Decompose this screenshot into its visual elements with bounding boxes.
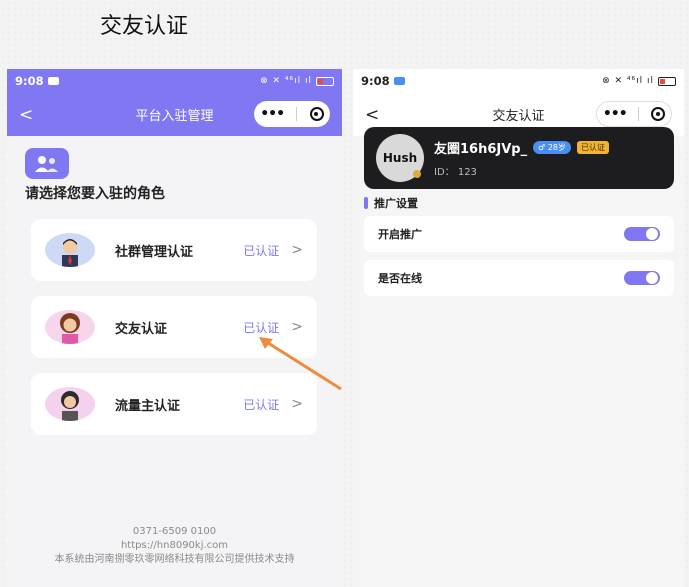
status-bar: 9:08 ⊗ ✕ ⁴⁶ıl ıl bbox=[7, 69, 342, 93]
role-card-community[interactable]: 社群管理认证 已认证 > bbox=[31, 219, 317, 281]
right-phone-screen: 9:08 ⊗ ✕ ⁴⁶ıl ıl < 交友认证 ••• Hush 友圈16h6J… bbox=[353, 69, 684, 587]
setting-row-promotion: 开启推广 bbox=[364, 216, 674, 252]
mini-program-capsule: ••• bbox=[596, 101, 672, 127]
status-time: 9:08 bbox=[15, 74, 44, 88]
more-menu-button[interactable]: ••• bbox=[260, 106, 285, 122]
more-menu-button[interactable]: ••• bbox=[603, 106, 628, 122]
mini-program-capsule: ••• bbox=[254, 101, 330, 127]
age-badge: ♂ 28岁 bbox=[533, 141, 572, 154]
footer-url[interactable]: https://hn8090kj.com bbox=[7, 539, 342, 553]
role-name: 流量主认证 bbox=[115, 398, 181, 414]
role-status: 已认证 bbox=[243, 243, 280, 258]
setting-label: 是否在线 bbox=[378, 272, 422, 285]
avatar-text: Hush bbox=[382, 151, 418, 165]
profile-card: Hush 友圈16h6JVp_ ♂ 28岁 已认证 ID： 123 bbox=[364, 127, 674, 189]
role-switch-logo-icon bbox=[25, 148, 69, 179]
role-name: 交友认证 bbox=[115, 321, 168, 337]
annotation-arrow-icon bbox=[259, 337, 342, 391]
businesswoman-avatar-icon bbox=[45, 387, 95, 421]
chevron-right-icon: > bbox=[291, 396, 303, 412]
left-header: 9:08 ⊗ ✕ ⁴⁶ıl ıl < 平台入驻管理 ••• bbox=[7, 69, 342, 136]
app-notification-icon bbox=[47, 77, 59, 85]
footer: 0371-6509 0100 https://hn8090kj.com 本系统由… bbox=[7, 525, 342, 567]
profile-name: 友圈16h6JVp_ bbox=[434, 142, 528, 157]
businessman-avatar-icon bbox=[45, 233, 95, 267]
section-title: 推广设置 bbox=[364, 195, 418, 211]
profile-info: 友圈16h6JVp_ ♂ 28岁 已认证 ID： 123 bbox=[434, 138, 610, 178]
signal-icons: ⊗ ✕ ⁴⁶ıl ıl bbox=[260, 76, 312, 86]
signal-icons: ⊗ ✕ ⁴⁶ıl ıl bbox=[602, 76, 654, 86]
section-accent-bar bbox=[364, 197, 368, 209]
role-status: 已认证 bbox=[243, 397, 280, 412]
back-button[interactable]: < bbox=[19, 105, 43, 125]
footer-company: 本系统由河南捌零玖零网络科技有限公司提供技术支持 bbox=[54, 554, 295, 565]
left-phone-screen: 9:08 ⊗ ✕ ⁴⁶ıl ıl < 平台入驻管理 ••• 请选择您要入驻的角色… bbox=[7, 69, 342, 587]
app-notification-icon bbox=[393, 77, 405, 85]
capsule-divider bbox=[638, 107, 640, 121]
woman-avatar-icon bbox=[45, 310, 95, 344]
chevron-right-icon: > bbox=[291, 242, 303, 258]
verified-badge: 已认证 bbox=[577, 141, 610, 154]
capsule-divider bbox=[296, 107, 298, 121]
close-mini-program-icon[interactable] bbox=[309, 107, 324, 121]
back-button[interactable]: < bbox=[365, 105, 389, 125]
page-heading: 交友认证 bbox=[100, 14, 189, 39]
battery-icon bbox=[658, 76, 676, 86]
avatar-badge-icon bbox=[413, 170, 421, 178]
status-bar: 9:08 ⊗ ✕ ⁴⁶ıl ıl bbox=[353, 69, 684, 93]
close-mini-program-icon[interactable] bbox=[651, 107, 666, 121]
setting-label: 开启推广 bbox=[378, 228, 422, 241]
nav-bar: < 平台入驻管理 ••• bbox=[7, 93, 342, 136]
section-title-text: 推广设置 bbox=[374, 197, 418, 210]
profile-id: ID： 123 bbox=[434, 167, 477, 178]
role-name: 社群管理认证 bbox=[115, 244, 194, 260]
promotion-toggle[interactable] bbox=[624, 227, 660, 241]
role-prompt: 请选择您要入驻的角色 bbox=[25, 186, 165, 202]
status-time: 9:08 bbox=[361, 74, 390, 88]
footer-phone: 0371-6509 0100 bbox=[132, 526, 217, 537]
profile-avatar: Hush bbox=[376, 134, 424, 182]
setting-row-online: 是否在线 bbox=[364, 260, 674, 296]
online-toggle[interactable] bbox=[624, 271, 660, 285]
battery-icon bbox=[316, 76, 334, 86]
